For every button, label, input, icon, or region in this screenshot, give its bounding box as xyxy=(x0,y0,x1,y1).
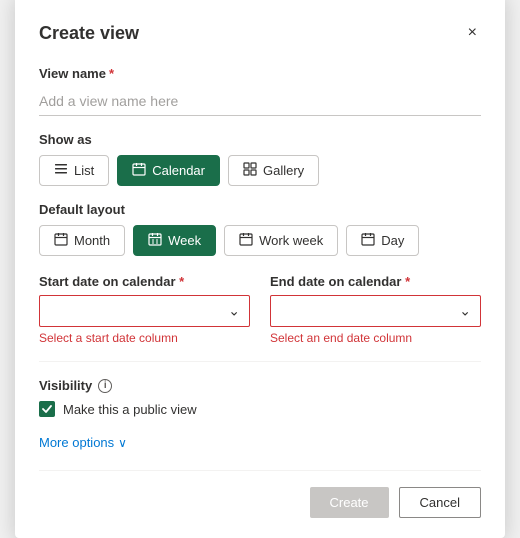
calendar-icon xyxy=(132,162,146,179)
end-date-select[interactable] xyxy=(270,295,481,327)
visibility-info-icon[interactable]: i xyxy=(98,379,112,393)
start-date-select[interactable] xyxy=(39,295,250,327)
divider xyxy=(39,361,481,362)
dialog-footer: Create Cancel xyxy=(39,470,481,518)
create-view-dialog: Create view × View name * Show as List xyxy=(15,0,505,538)
end-date-select-wrapper xyxy=(270,295,481,327)
start-date-required: * xyxy=(179,274,184,289)
week-cal-icon xyxy=(148,232,162,249)
cancel-button[interactable]: Cancel xyxy=(399,487,481,518)
visibility-label: Visibility i xyxy=(39,378,481,393)
more-options-chevron: ∨ xyxy=(118,436,127,450)
dialog-header: Create view × xyxy=(39,20,481,46)
more-options-label: More options xyxy=(39,435,114,450)
show-as-group: List Calendar xyxy=(39,155,481,186)
public-view-checkbox[interactable] xyxy=(39,401,55,417)
create-button[interactable]: Create xyxy=(310,487,389,518)
day-cal-icon xyxy=(361,232,375,249)
show-as-calendar-label: Calendar xyxy=(152,163,205,178)
workweek-cal-icon xyxy=(239,232,253,249)
show-as-gallery-button[interactable]: Gallery xyxy=(228,155,319,186)
list-icon xyxy=(54,162,68,179)
show-as-label: Show as xyxy=(39,132,481,147)
visibility-section: Visibility i Make this a public view xyxy=(39,378,481,417)
show-as-calendar-button[interactable]: Calendar xyxy=(117,155,220,186)
start-date-label: Start date on calendar * xyxy=(39,274,250,289)
view-name-label: View name * xyxy=(39,66,481,81)
public-view-label: Make this a public view xyxy=(63,402,197,417)
layout-workweek-button[interactable]: Work week xyxy=(224,225,338,256)
gallery-icon xyxy=(243,162,257,179)
show-as-section: Show as List xyxy=(39,132,481,186)
date-row: Start date on calendar * Select a start … xyxy=(39,274,481,345)
start-date-error: Select a start date column xyxy=(39,331,250,345)
show-as-list-label: List xyxy=(74,163,94,178)
month-cal-icon xyxy=(54,232,68,249)
layout-day-button[interactable]: Day xyxy=(346,225,419,256)
default-layout-section: Default layout Month xyxy=(39,202,481,256)
layout-week-label: Week xyxy=(168,233,201,248)
default-layout-label: Default layout xyxy=(39,202,481,217)
layout-workweek-label: Work week xyxy=(259,233,323,248)
close-button[interactable]: × xyxy=(464,20,481,46)
start-date-select-wrapper xyxy=(39,295,250,327)
layout-btn-group: Month Week xyxy=(39,225,481,256)
view-name-section: View name * xyxy=(39,66,481,116)
layout-month-button[interactable]: Month xyxy=(39,225,125,256)
public-view-checkbox-row: Make this a public view xyxy=(39,401,481,417)
layout-week-button[interactable]: Week xyxy=(133,225,216,256)
start-date-field: Start date on calendar * Select a start … xyxy=(39,274,250,345)
more-options-button[interactable]: More options ∨ xyxy=(39,435,127,450)
end-date-error: Select an end date column xyxy=(270,331,481,345)
layout-day-label: Day xyxy=(381,233,404,248)
layout-month-label: Month xyxy=(74,233,110,248)
end-date-label: End date on calendar * xyxy=(270,274,481,289)
show-as-list-button[interactable]: List xyxy=(39,155,109,186)
view-name-input[interactable] xyxy=(39,87,481,116)
end-date-required: * xyxy=(405,274,410,289)
dialog-title: Create view xyxy=(39,23,139,44)
end-date-field: End date on calendar * Select an end dat… xyxy=(270,274,481,345)
view-name-required: * xyxy=(109,66,114,81)
show-as-gallery-label: Gallery xyxy=(263,163,304,178)
